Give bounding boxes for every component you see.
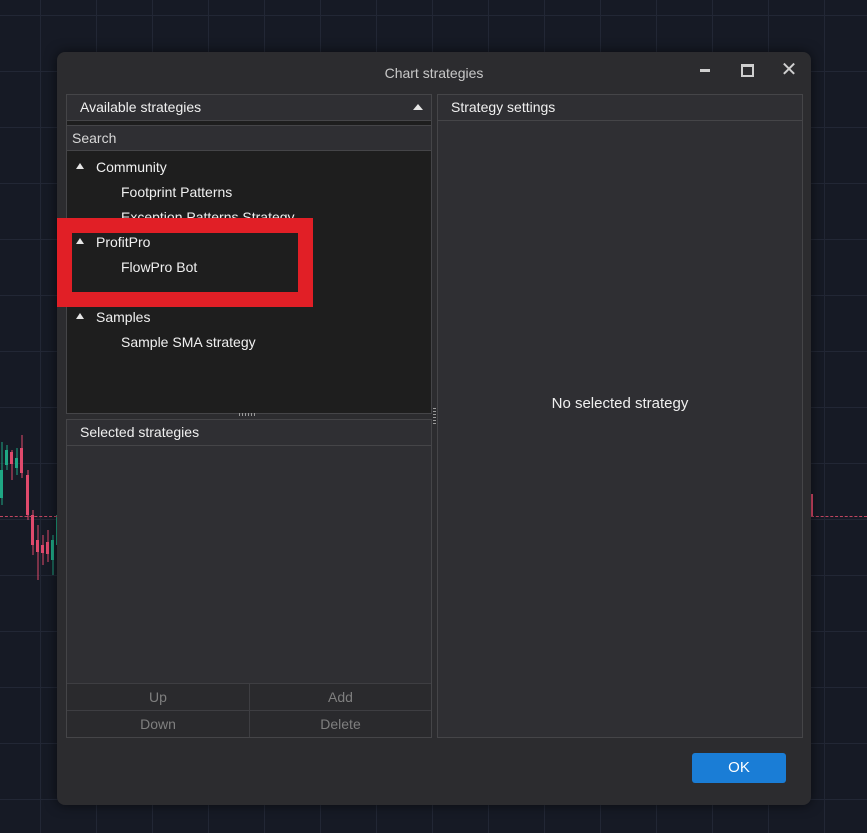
tree-item-flowpro-bot[interactable]: FlowPro Bot: [67, 255, 431, 280]
expand-triangle-icon[interactable]: [76, 313, 84, 319]
price-line-left: [0, 516, 57, 517]
available-strategies-panel: Available strategies Search Community Fo…: [66, 94, 432, 414]
selected-actions: Up Add Down Delete: [67, 683, 431, 737]
available-strategies-header[interactable]: Available strategies: [67, 95, 431, 121]
available-strategies-title: Available strategies: [80, 99, 202, 115]
up-button[interactable]: Up: [67, 683, 249, 710]
collapse-arrow-icon[interactable]: [413, 104, 423, 110]
down-button[interactable]: Down: [67, 710, 249, 737]
chart-strategies-dialog: Chart strategies ✕ Available strategies …: [57, 52, 811, 805]
ok-button[interactable]: OK: [692, 753, 786, 783]
horizontal-splitter-handle[interactable]: [239, 413, 256, 416]
tree-group-community[interactable]: Community: [67, 155, 431, 180]
minimize-button[interactable]: [693, 60, 717, 82]
search-input[interactable]: Search: [67, 125, 431, 151]
tree-group-samples[interactable]: Samples: [67, 305, 431, 330]
maximize-button[interactable]: [735, 60, 759, 82]
search-placeholder: Search: [72, 130, 117, 146]
no-selection-message: No selected strategy: [551, 395, 689, 412]
tree-item-sample-sma[interactable]: Sample SMA strategy: [67, 330, 431, 355]
expand-triangle-icon[interactable]: [76, 163, 84, 169]
selected-strategies-title: Selected strategies: [80, 424, 200, 440]
strategy-settings-header: Strategy settings: [438, 95, 802, 121]
strategy-settings-title: Strategy settings: [451, 99, 556, 115]
selected-strategies-panel: Selected strategies Up Add Down Delete: [66, 419, 432, 738]
delete-button[interactable]: Delete: [249, 710, 431, 737]
expand-triangle-icon[interactable]: [76, 238, 84, 244]
chart-candle-right: [811, 494, 813, 516]
add-button[interactable]: Add: [249, 683, 431, 710]
vertical-splitter-handle[interactable]: [433, 408, 436, 425]
tree-item-footprint-patterns[interactable]: Footprint Patterns: [67, 180, 431, 205]
tree-item-exception-patterns[interactable]: Exception Patterns Strategy: [67, 205, 431, 230]
strategy-settings-panel: Strategy settings No selected strategy: [437, 94, 803, 738]
selected-strategies-header: Selected strategies: [67, 420, 431, 446]
tree-group-profitpro[interactable]: ProfitPro: [67, 230, 431, 255]
close-button[interactable]: ✕: [777, 60, 801, 82]
strategy-tree: Community Footprint Patterns Exception P…: [67, 155, 431, 410]
price-line-right: [811, 516, 867, 517]
